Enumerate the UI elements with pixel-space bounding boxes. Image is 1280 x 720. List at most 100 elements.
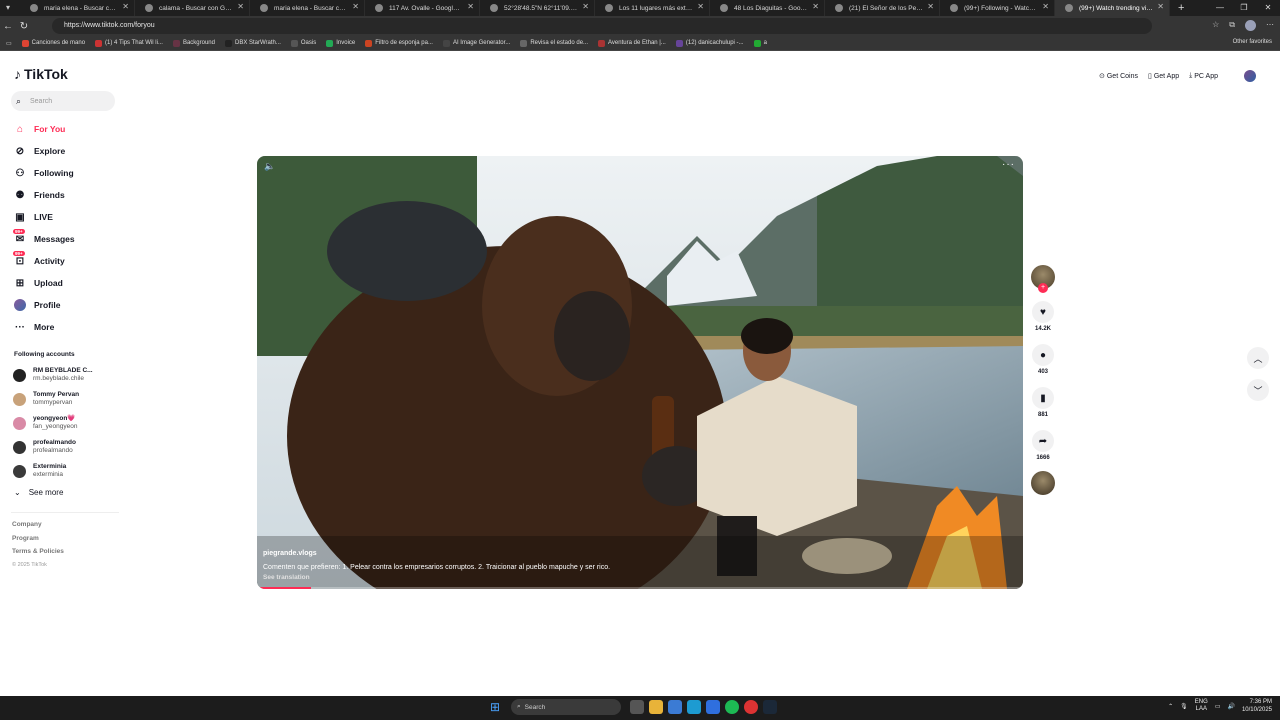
volume-icon[interactable]: 🔈 <box>264 161 275 172</box>
bookmark-item[interactable]: Background <box>172 39 215 47</box>
video-progress-bar[interactable] <box>257 587 1023 589</box>
following-account[interactable]: Exterminia exterminia <box>13 459 123 483</box>
footer-program[interactable]: Program <box>12 535 64 549</box>
tray-overflow-icon[interactable]: ⌃ <box>1168 703 1173 710</box>
creator-avatar[interactable]: + <box>1031 265 1055 293</box>
footer-terms[interactable]: Terms & Policies <box>12 548 64 562</box>
sidebar-item-explore[interactable]: ⊘ Explore <box>13 140 123 162</box>
tab-close-icon[interactable]: ✕ <box>122 2 129 11</box>
apps-icon[interactable]: ▭ <box>6 40 12 47</box>
close-window-button[interactable]: ✕ <box>1256 0 1280 16</box>
share-button[interactable]: ➦ 1666 <box>1031 430 1055 461</box>
store-icon[interactable] <box>706 700 720 714</box>
search-input[interactable]: Search <box>30 98 52 105</box>
like-button[interactable]: ♥ 14.2K <box>1031 301 1055 332</box>
browser-tab[interactable]: (21) El Señor de los Perros en X ✕ <box>825 0 940 16</box>
sidebar-item-profile[interactable]: Profile <box>13 294 123 316</box>
browser-tab[interactable]: maria elena - Buscar con Google ✕ <box>20 0 135 16</box>
tab-close-icon[interactable]: ✕ <box>697 2 704 11</box>
maximize-button[interactable]: ❐ <box>1232 0 1256 16</box>
sidebar-item-more[interactable]: ··· More <box>13 316 123 338</box>
tab-close-icon[interactable]: ✕ <box>927 2 934 11</box>
other-favorites[interactable]: Other favorites <box>1233 39 1272 45</box>
bookmark-item[interactable]: Revisa el estado de... <box>520 39 588 47</box>
tiktok-logo[interactable]: ♪ TikTok <box>14 66 68 82</box>
bookmark-item[interactable]: a <box>753 39 767 47</box>
following-account[interactable]: yeongyeon💗 fan_yeongyeon <box>13 411 123 435</box>
see-translation-link[interactable]: See translation <box>263 574 310 581</box>
browser-tab[interactable]: 117 Av. Ovalle - Google Maps ✕ <box>365 0 480 16</box>
file-explorer-icon[interactable] <box>649 700 663 714</box>
browser-profile-avatar[interactable] <box>1245 20 1256 31</box>
bookmark-item[interactable]: AI Image Generator... <box>442 39 510 47</box>
sidebar-item-upload[interactable]: ⊞ Upload <box>13 272 123 294</box>
follow-plus-icon[interactable]: + <box>1038 283 1048 293</box>
task-view-icon[interactable] <box>630 700 644 714</box>
following-account[interactable]: Tommy Pervan tommypervan <box>13 387 123 411</box>
bookmark-item[interactable]: (1) 4 Tips That Wil li... <box>95 39 163 47</box>
tab-close-icon[interactable]: ✕ <box>1042 2 1049 11</box>
previous-video-button[interactable]: ︿ <box>1247 347 1269 369</box>
sidebar-item-friends[interactable]: ⚉ Friends <box>13 184 123 206</box>
bookmark-item[interactable]: DBX StarWrath... <box>224 39 281 47</box>
network-icon[interactable]: ▭ <box>1215 703 1221 710</box>
bookmark-item[interactable]: Canciones de mano <box>21 39 85 47</box>
new-tab-button[interactable]: + <box>1170 2 1192 14</box>
see-more-button[interactable]: ⌄ See more <box>14 488 63 497</box>
tab-close-icon[interactable]: ✕ <box>467 2 474 11</box>
spotify-icon[interactable] <box>725 700 739 714</box>
star-icon[interactable]: ☆ <box>1212 20 1219 31</box>
steam-icon[interactable] <box>763 700 777 714</box>
sidebar-item-messages[interactable]: ✉ 99+ Messages <box>13 228 123 250</box>
browser-tab[interactable]: (99+) Watch trending vide ✕ <box>1055 0 1170 16</box>
search-box[interactable]: ⌕ Search <box>11 91 115 111</box>
windows-start-icon[interactable]: ⊞ <box>488 700 502 714</box>
url-field[interactable]: https://www.tiktok.com/foryou <box>52 18 1152 34</box>
menu-icon[interactable]: ⋯ <box>1266 20 1274 31</box>
user-avatar[interactable] <box>1244 70 1256 82</box>
video-author[interactable]: piegrande.vlogs <box>263 550 317 557</box>
chrome-icon[interactable] <box>744 700 758 714</box>
tab-close-icon[interactable]: ✕ <box>582 2 589 11</box>
browser-tab[interactable]: 48 Los Diaguitas - Google Maps ✕ <box>710 0 825 16</box>
bookmark-item[interactable]: Invoice <box>326 39 355 47</box>
sidebar-item-activity[interactable]: ⊡ 99+ Activity <box>13 250 123 272</box>
tab-close-icon[interactable]: ✕ <box>352 2 359 11</box>
tab-actions-icon[interactable]: ▾ <box>6 3 16 13</box>
minimize-button[interactable]: — <box>1208 0 1232 16</box>
browser-tab[interactable]: (99+) Following - Watch vid ✕ <box>940 0 1055 16</box>
volume-icon[interactable]: 🔊 <box>1227 703 1234 710</box>
footer-company[interactable]: Company <box>12 521 64 535</box>
reload-button[interactable]: ↻ <box>16 21 32 32</box>
sidebar-item-for-you[interactable]: ⌂ For You <box>13 118 123 140</box>
browser-tab[interactable]: calama - Buscar con Google ✕ <box>135 0 250 16</box>
input-language[interactable]: ENG LAA <box>1195 699 1208 713</box>
get-coins-button[interactable]: ⊙ Get Coins <box>1099 72 1138 81</box>
sidebar-item-following[interactable]: ⚇ Following <box>13 162 123 184</box>
browser-tab[interactable]: maria elena - Buscar con Google ✕ <box>250 0 365 16</box>
clock[interactable]: 7:36 PM 10/10/2025 <box>1242 698 1272 714</box>
following-account[interactable]: RM BEYBLADE C... rm.beyblade.chile <box>13 363 123 387</box>
bookmark-item[interactable]: (12) danicachulupi -... <box>675 39 744 47</box>
browser-tab[interactable]: Los 11 lugares más extraños qu ✕ <box>595 0 710 16</box>
bookmark-item[interactable]: Filtro de esponja pa... <box>365 39 433 47</box>
microphone-icon[interactable]: 🎙 <box>1180 703 1188 710</box>
edge-icon[interactable] <box>687 700 701 714</box>
music-disc-avatar[interactable] <box>1031 471 1055 495</box>
tab-close-icon[interactable]: ✕ <box>1157 2 1164 11</box>
browser-tab[interactable]: 52°28'48.5"N 62°11'09.0"E - Go ✕ <box>480 0 595 16</box>
bookmark-item[interactable]: Aventura de Ethan |... <box>598 39 666 47</box>
taskbar-search[interactable]: ⌕ Search <box>511 699 621 715</box>
comment-button[interactable]: ● 403 <box>1031 344 1055 375</box>
tab-close-icon[interactable]: ✕ <box>237 2 244 11</box>
sidebar-item-live[interactable]: ▣ LIVE <box>13 206 123 228</box>
tab-close-icon[interactable]: ✕ <box>812 2 819 11</box>
pc-app-button[interactable]: ⤓ PC App <box>1189 72 1218 80</box>
next-video-button[interactable]: ﹀ <box>1247 379 1269 401</box>
get-app-button[interactable]: ▯ Get App <box>1148 72 1179 81</box>
back-button[interactable]: ← <box>0 21 16 32</box>
following-account[interactable]: profealmando profealmando <box>13 435 123 459</box>
bookmark-item[interactable]: Oasis <box>290 39 316 47</box>
more-options-icon[interactable]: ··· <box>1002 159 1015 170</box>
extensions-icon[interactable]: ⧉ <box>1229 20 1235 31</box>
